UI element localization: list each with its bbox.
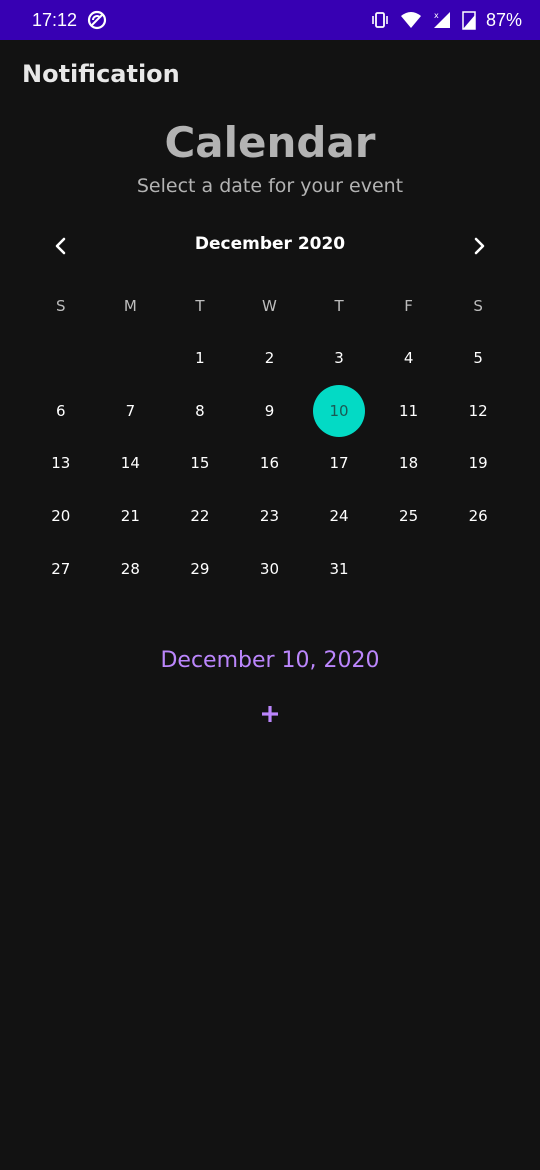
calendar-day-number: 10	[329, 401, 349, 420]
wifi-icon	[400, 11, 422, 29]
calendar-day-number: 5	[473, 349, 483, 368]
calendar-day[interactable]: 17	[304, 437, 374, 490]
calendar-day-number: 13	[51, 454, 71, 473]
calendar-day[interactable]: 27	[26, 542, 96, 595]
add-event-button[interactable]	[250, 694, 290, 734]
calendar-day-number: 16	[259, 454, 280, 473]
calendar-day[interactable]: 15	[165, 437, 235, 490]
calendar-day[interactable]: 18	[374, 437, 444, 490]
svg-text:x: x	[434, 11, 439, 20]
calendar-day-number: 15	[190, 454, 210, 473]
calendar-day-number: 25	[399, 507, 419, 526]
battery-icon	[462, 10, 476, 30]
weekday-header: T	[334, 297, 344, 315]
status-time: 17:12	[32, 9, 78, 30]
calendar-day-number: 12	[468, 401, 488, 420]
calendar-day[interactable]: 3	[304, 332, 374, 385]
calendar-day[interactable]: 8	[165, 385, 235, 438]
calendar-day-number: 20	[51, 507, 71, 526]
calendar-day[interactable]: 10	[304, 384, 374, 438]
plus-icon	[262, 706, 278, 722]
next-month-button[interactable]	[459, 228, 499, 264]
calendar-day[interactable]: 31	[304, 542, 374, 595]
calendar-day[interactable]: 12	[443, 385, 513, 438]
previous-month-button[interactable]	[41, 228, 81, 264]
calendar-day[interactable]: 4	[374, 332, 444, 385]
calendar-day[interactable]: 26	[443, 490, 513, 543]
calendar-day[interactable]: 28	[96, 542, 166, 595]
weekday-header: M	[123, 297, 137, 315]
app-title: Notification	[22, 60, 180, 88]
calendar-day-number: 2	[264, 349, 275, 368]
calendar-day-number: 1	[195, 349, 205, 368]
status-bar: 17:12 x 87%	[0, 0, 540, 40]
weekday-header: F	[404, 297, 413, 315]
calendar-day-number: 31	[329, 559, 349, 578]
weekday-header: T	[195, 297, 205, 315]
vibrate-icon	[370, 10, 390, 30]
calendar-day-number: 14	[120, 454, 140, 473]
calendar-empty-cell	[96, 332, 166, 385]
cell-signal-icon: x	[432, 10, 452, 30]
calendar-empty-cell	[26, 332, 96, 385]
calendar-day[interactable]: 2	[235, 332, 305, 385]
calendar-subtitle: Select a date for your event	[136, 175, 404, 197]
weekday-header: S	[473, 297, 483, 315]
battery-percent: 87%	[485, 9, 522, 30]
calendar-day-number: 17	[329, 454, 349, 473]
calendar-day-number: 27	[51, 559, 71, 578]
calendar-day[interactable]: 21	[96, 490, 166, 543]
calendar-day-number: 9	[264, 401, 275, 420]
calendar-title: Calendar	[164, 118, 376, 167]
calendar-day[interactable]: 5	[443, 332, 513, 385]
calendar-day[interactable]: 13	[26, 437, 96, 490]
calendar-day-number: 23	[259, 507, 280, 526]
calendar-day-number: 7	[125, 401, 136, 420]
calendar-day-number: 4	[403, 349, 414, 368]
calendar-day-number: 3	[334, 349, 344, 368]
do-not-disturb-icon	[87, 10, 107, 30]
chevron-left-icon	[55, 237, 66, 255]
calendar-day-number: 11	[399, 401, 419, 420]
calendar-day-number: 29	[190, 559, 210, 578]
calendar-day[interactable]: 25	[374, 490, 444, 543]
calendar-day-number: 19	[468, 454, 488, 473]
calendar-day-number: 28	[120, 559, 140, 578]
calendar-day-number: 8	[195, 401, 205, 420]
calendar-day[interactable]: 30	[235, 542, 305, 595]
calendar-day[interactable]: 6	[26, 385, 96, 438]
selected-date-label: December 10, 2020	[160, 648, 380, 673]
calendar-grid: S M T W T F S 1 2 3 4 5 6 7 8 9 10 11 12 13 14 15 16 17 18 19 20 21…	[26, 280, 513, 595]
calendar-day[interactable]: 29	[165, 542, 235, 595]
calendar-day-number: 24	[329, 507, 349, 526]
calendar-day[interactable]: 14	[96, 437, 166, 490]
calendar-day[interactable]: 7	[96, 385, 166, 438]
weekday-header: S	[56, 297, 66, 315]
calendar-day[interactable]: 20	[26, 490, 96, 543]
calendar-day[interactable]: 11	[374, 385, 444, 438]
calendar-day[interactable]: 23	[235, 490, 305, 543]
calendar-day-number: 6	[56, 401, 66, 420]
calendar-day[interactable]: 24	[304, 490, 374, 543]
calendar-day[interactable]: 22	[165, 490, 235, 543]
chevron-right-icon	[474, 237, 485, 255]
month-navigator: December 2020	[0, 228, 540, 264]
calendar-day[interactable]: 1	[165, 332, 235, 385]
calendar-day-number: 26	[468, 507, 488, 526]
calendar-day-number: 21	[120, 507, 140, 526]
calendar-day-number: 18	[399, 454, 419, 473]
weekday-header: W	[262, 297, 277, 315]
calendar-day[interactable]: 9	[235, 385, 305, 438]
calendar-day[interactable]: 19	[443, 437, 513, 490]
calendar-day-number: 22	[190, 507, 210, 526]
calendar-day-number: 30	[259, 559, 280, 578]
calendar-day[interactable]: 16	[235, 437, 305, 490]
